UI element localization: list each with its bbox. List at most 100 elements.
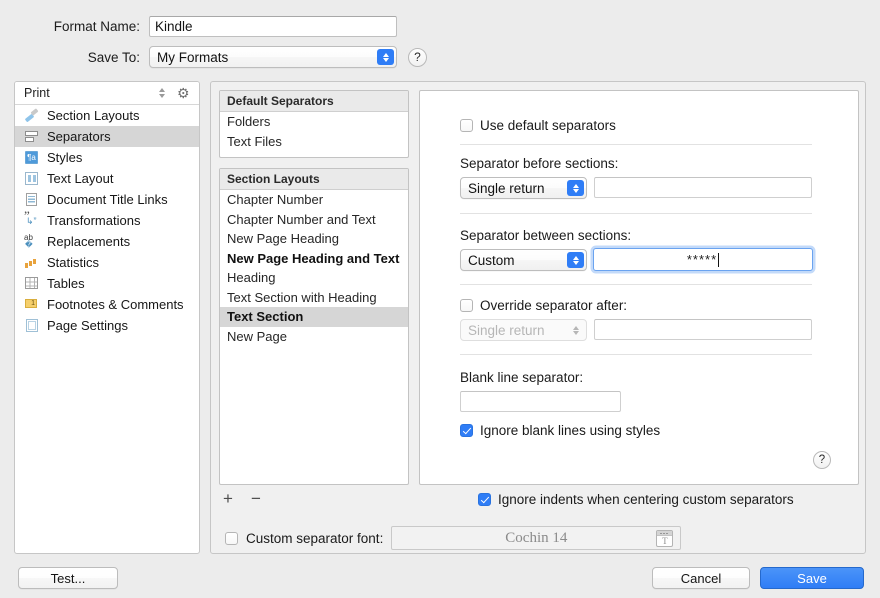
add-layout-button[interactable]: + bbox=[223, 490, 233, 507]
override-after-input bbox=[594, 319, 812, 340]
text-layout-icon bbox=[24, 171, 40, 186]
chevron-updown-icon bbox=[567, 252, 584, 268]
main-panel: Default Separators Folders Text Files Se… bbox=[210, 81, 866, 554]
use-default-separators-row[interactable]: Use default separators bbox=[460, 118, 616, 133]
bottom-button-bar: Test... Cancel Save bbox=[0, 554, 880, 598]
remove-layout-button[interactable]: − bbox=[251, 490, 261, 507]
test-button[interactable]: Test... bbox=[18, 567, 118, 589]
sidebar-item-label: Section Layouts bbox=[47, 108, 140, 123]
save-to-dropdown[interactable]: My Formats bbox=[149, 46, 397, 68]
sidebar-item-styles[interactable]: Styles bbox=[15, 147, 199, 168]
separator-before-dropdown[interactable]: Single return bbox=[460, 177, 587, 199]
separator-between-dropdown[interactable]: Custom bbox=[460, 249, 587, 271]
document-links-icon bbox=[24, 192, 40, 207]
list-item[interactable]: New Page Heading bbox=[220, 229, 408, 249]
list-item[interactable]: Chapter Number bbox=[220, 190, 408, 210]
separator-between-input[interactable]: ***** bbox=[593, 248, 813, 271]
use-default-separators-checkbox[interactable] bbox=[460, 119, 473, 132]
override-after-dropdown: Single return bbox=[460, 319, 587, 341]
sidebar-item-label: Styles bbox=[47, 150, 83, 165]
transformations-icon bbox=[24, 208, 40, 228]
ignore-blank-lines-checkbox[interactable] bbox=[460, 424, 473, 437]
format-name-input[interactable]: Kindle bbox=[149, 16, 397, 37]
separators-icon bbox=[24, 129, 40, 144]
sidebar-header: Print ⚙ bbox=[15, 82, 199, 105]
sidebar-item-label: Tables bbox=[47, 276, 85, 291]
custom-separator-font-field[interactable]: Cochin 14 T bbox=[391, 526, 682, 550]
list-item[interactable]: Folders bbox=[220, 112, 408, 132]
sidebar-list: Section Layouts Separators Styles Text L… bbox=[15, 105, 199, 336]
format-name-row: Format Name: Kindle bbox=[0, 16, 397, 37]
sidebar-item-label: Page Settings bbox=[47, 318, 128, 333]
blank-line-separator-label: Blank line separator: bbox=[460, 370, 584, 385]
sidebar-item-tables[interactable]: Tables bbox=[15, 273, 199, 294]
font-panel-icon[interactable]: T bbox=[656, 530, 674, 547]
save-button[interactable]: Save bbox=[760, 567, 864, 589]
panel-help-button[interactable]: ? bbox=[813, 451, 831, 469]
list-item[interactable]: Heading bbox=[220, 268, 408, 288]
custom-separator-font-value: Cochin 14 bbox=[505, 529, 568, 546]
brush-icon bbox=[24, 108, 40, 123]
list-item[interactable]: Text Files bbox=[220, 132, 408, 152]
custom-separator-font-row: Custom separator font: Cochin 14 T bbox=[225, 526, 682, 550]
separator-between-input-value: ***** bbox=[686, 252, 718, 267]
sidebar-item-transformations[interactable]: Transformations bbox=[15, 208, 199, 231]
separator-between-label: Separator between sections: bbox=[460, 228, 632, 243]
ignore-indents-label: Ignore indents when centering custom sep… bbox=[498, 492, 794, 507]
format-name-label: Format Name: bbox=[53, 19, 140, 34]
sidebar-item-replacements[interactable]: Replacements bbox=[15, 231, 199, 252]
tables-icon bbox=[24, 276, 40, 291]
save-to-row: Save To: My Formats ? bbox=[0, 46, 427, 68]
styles-icon bbox=[24, 150, 40, 165]
cancel-button[interactable]: Cancel bbox=[652, 567, 750, 589]
sidebar-item-footnotes-comments[interactable]: Footnotes & Comments bbox=[15, 294, 199, 315]
separator-between-value: Custom bbox=[468, 252, 515, 268]
sidebar-item-label: Transformations bbox=[47, 213, 141, 228]
save-to-label: Save To: bbox=[87, 49, 140, 65]
sidebar-item-document-title-links[interactable]: Document Title Links bbox=[15, 189, 199, 210]
sidebar-item-section-layouts[interactable]: Section Layouts bbox=[15, 105, 199, 126]
sidebar-item-separators[interactable]: Separators bbox=[15, 126, 199, 147]
sidebar-item-statistics[interactable]: Statistics bbox=[15, 252, 199, 273]
sidebar: Print ⚙ Section Layouts Separators Style… bbox=[14, 81, 200, 554]
list-item[interactable]: Text Section with Heading bbox=[220, 288, 408, 308]
sidebar-item-page-settings[interactable]: Page Settings bbox=[15, 315, 199, 336]
custom-separator-font-label: Custom separator font: bbox=[246, 530, 384, 546]
sidebar-item-label: Footnotes & Comments bbox=[47, 297, 184, 312]
list-item[interactable]: Chapter Number and Text bbox=[220, 210, 408, 230]
override-after-value: Single return bbox=[468, 322, 545, 338]
blank-line-separator-input[interactable] bbox=[460, 391, 621, 412]
separator-before-value: Single return bbox=[468, 180, 545, 196]
divider bbox=[460, 284, 812, 285]
override-separator-after-row[interactable]: Override separator after: bbox=[460, 298, 627, 313]
list-item-selected[interactable]: Text Section bbox=[220, 307, 408, 327]
footnotes-icon bbox=[24, 297, 40, 312]
divider bbox=[460, 213, 812, 214]
gear-icon[interactable]: ⚙ bbox=[177, 86, 191, 100]
divider bbox=[460, 354, 812, 355]
section-layouts-list: Section Layouts Chapter Number Chapter N… bbox=[219, 168, 409, 485]
sort-chevrons-icon[interactable] bbox=[159, 88, 165, 98]
top-form-area: Format Name: Kindle Save To: My Formats … bbox=[0, 0, 880, 76]
list-item[interactable]: New Page bbox=[220, 327, 408, 347]
separator-before-input[interactable] bbox=[594, 177, 812, 198]
sidebar-item-label: Replacements bbox=[47, 234, 131, 249]
override-separator-after-checkbox[interactable] bbox=[460, 299, 473, 312]
help-button[interactable]: ? bbox=[408, 47, 427, 67]
statistics-icon bbox=[24, 255, 40, 270]
ignore-indents-checkbox[interactable] bbox=[478, 493, 491, 506]
ignore-blank-lines-row[interactable]: Ignore blank lines using styles bbox=[460, 423, 660, 438]
list-item[interactable]: New Page Heading and Text bbox=[220, 249, 408, 269]
sidebar-item-label: Text Layout bbox=[47, 171, 114, 186]
chevron-updown-icon bbox=[567, 180, 584, 196]
page-settings-icon bbox=[24, 318, 40, 333]
ignore-indents-row[interactable]: Ignore indents when centering custom sep… bbox=[478, 492, 794, 507]
list-controls: + − bbox=[223, 490, 261, 507]
chevron-updown-icon bbox=[567, 322, 584, 338]
sidebar-title: Print bbox=[24, 86, 50, 100]
use-default-separators-label: Use default separators bbox=[480, 118, 616, 133]
sidebar-item-text-layout[interactable]: Text Layout bbox=[15, 168, 199, 189]
ignore-blank-lines-label: Ignore blank lines using styles bbox=[480, 423, 661, 438]
separator-before-label: Separator before sections: bbox=[460, 156, 619, 171]
custom-separator-font-checkbox[interactable] bbox=[225, 531, 238, 545]
